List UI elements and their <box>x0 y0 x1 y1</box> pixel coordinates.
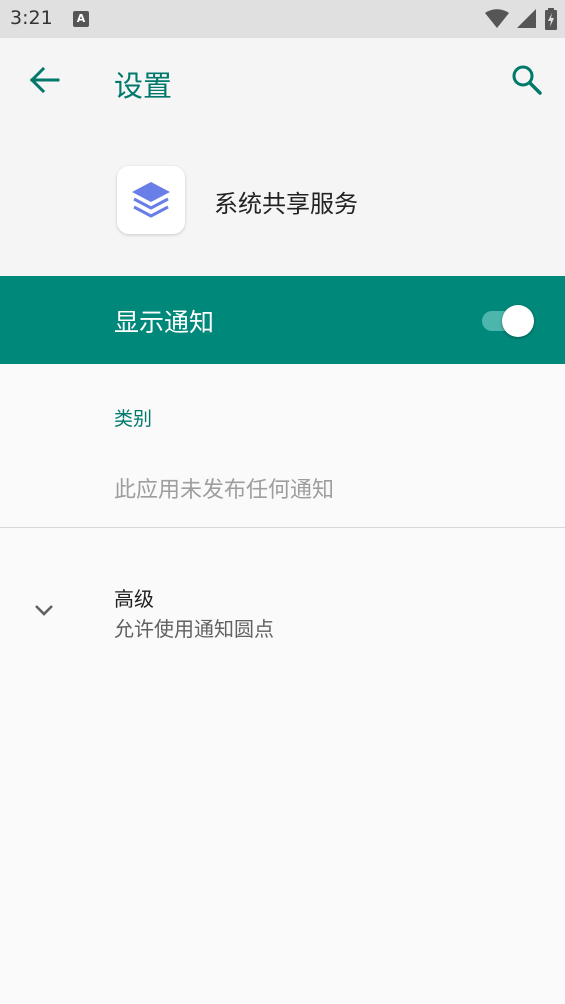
search-icon <box>512 65 542 95</box>
signal-icon <box>517 9 536 28</box>
category-header: 类别 <box>114 408 153 430</box>
status-icons <box>485 8 557 30</box>
app-icon <box>117 166 185 234</box>
show-notifications-label: 显示通知 <box>114 308 215 337</box>
app-bar: 设置 <box>0 38 565 126</box>
status-time: 3:21 <box>10 7 53 29</box>
app-name: 系统共享服务 <box>214 190 358 218</box>
wifi-icon <box>485 9 509 28</box>
advanced-summary: 允许使用通知圆点 <box>114 617 274 641</box>
status-bar: 3:21 A <box>0 0 565 38</box>
advanced-row[interactable]: 高级 允许使用通知圆点 <box>0 528 565 668</box>
page-title: 设置 <box>114 69 173 103</box>
advanced-title: 高级 <box>114 587 154 611</box>
switch-thumb <box>502 305 534 337</box>
chevron-down-icon <box>35 605 53 616</box>
layers-app-icon <box>132 182 170 218</box>
search-button[interactable] <box>507 60 547 100</box>
no-notifications-text: 此应用未发布任何通知 <box>114 478 335 503</box>
notification-a-icon: A <box>73 11 89 27</box>
show-notifications-switch[interactable] <box>480 303 536 337</box>
show-notifications-row[interactable]: 显示通知 <box>0 276 565 364</box>
arrow-back-icon <box>29 66 60 94</box>
battery-charging-icon <box>545 8 557 30</box>
back-button[interactable] <box>26 60 66 100</box>
app-header: 系统共享服务 <box>0 126 565 276</box>
